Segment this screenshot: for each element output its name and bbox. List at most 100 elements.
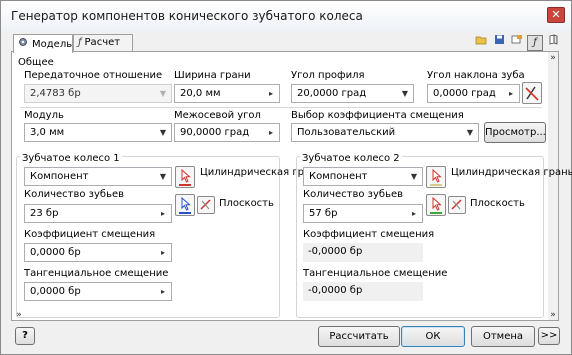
ok-button[interactable]: ОК (401, 326, 465, 347)
face-width-value: 20,0 мм (180, 88, 221, 99)
gear2-cyl-face-label: Цилиндрическая грань (451, 167, 572, 178)
gear2-offset-label: Коэффициент смещения (303, 229, 435, 240)
gear2-type-value: Компонент (309, 171, 368, 182)
pressure-angle-value: 20,0000 град (297, 88, 367, 99)
formula-toggle-icon[interactable]: ƒ (527, 35, 543, 51)
gear2-tangential-label: Тангенциальное смещение (303, 268, 448, 279)
gear-model-icon (18, 37, 29, 50)
gear1-flip-button[interactable] (197, 196, 215, 214)
calculate-button[interactable]: Рассчитать (318, 326, 400, 347)
pressure-angle-select[interactable]: 20,0000 град ▼ (291, 84, 414, 103)
helix-angle-field[interactable]: 0,0000 град ▸ (427, 84, 520, 103)
gear2-cylindrical-face-button[interactable] (426, 166, 446, 188)
module-value: 3,0 мм (30, 127, 65, 138)
gear1-offset-value: 0,0000 бр (30, 247, 81, 258)
tab-model-label: Модель (32, 39, 73, 50)
gear2-title: Зубчатое колесо 2 (300, 153, 402, 164)
window-title: Генератор компонентов конического зубчат… (11, 9, 363, 23)
face-width-arrow-icon[interactable]: ▸ (264, 86, 278, 101)
gear1-cylindrical-face-button[interactable] (175, 166, 195, 188)
helix-direction-icon (525, 86, 539, 101)
module-dropdown-icon[interactable]: ▼ (156, 125, 170, 140)
gear2-offset-value: -0,0000 бр (308, 246, 363, 257)
gear-ratio-field: 2,4783 бр ▼ (24, 84, 172, 103)
gear1-offset-arrow-icon[interactable]: ▸ (156, 245, 170, 260)
gear1-tangential-value: 0,0000 бр (30, 286, 81, 297)
gear1-cyl-pointer-icon (179, 168, 191, 186)
more-button[interactable]: >> (538, 327, 560, 345)
gear-ratio-value: 2,4783 бр (30, 88, 81, 99)
gear-generator-dialog: Генератор компонентов конического зубчат… (0, 0, 572, 355)
settings-icon[interactable] (509, 33, 525, 49)
gear1-plane-pointer-icon (179, 196, 191, 214)
gear2-type-select[interactable]: Компонент ▼ (303, 167, 423, 186)
gear1-plane-label: Плоскость (219, 198, 274, 209)
formula-icon: ƒ (78, 37, 82, 48)
book-icon[interactable] (545, 33, 561, 49)
gear2-type-dropdown-icon[interactable]: ▼ (407, 169, 421, 184)
pressure-angle-label: Угол профиля (291, 70, 365, 81)
shaft-angle-arrow-icon[interactable]: ▸ (264, 125, 278, 140)
close-button[interactable]: ✕ (547, 7, 565, 23)
tab-calculation-label: Расчет (84, 37, 121, 48)
gear-ratio-label: Передаточное отношение (24, 70, 163, 81)
helix-angle-arrow-icon[interactable]: ▸ (504, 86, 518, 101)
shaft-angle-field[interactable]: 90,0000 град ▸ (174, 123, 280, 142)
offset-selection-select[interactable]: Пользовательский ▼ (291, 123, 479, 142)
cancel-button[interactable]: Отмена (471, 326, 535, 347)
gear1-teeth-label: Количество зубьев (24, 189, 125, 200)
gear2-flip-icon (451, 199, 462, 210)
gear1-offset-field[interactable]: 0,0000 бр ▸ (24, 243, 172, 262)
gear-ratio-dropdown-icon: ▼ (159, 89, 167, 98)
offset-selection-value: Пользовательский (297, 127, 396, 138)
general-section-title: Общее (18, 57, 54, 68)
gear2-teeth-value: 57 бр (309, 208, 338, 219)
face-width-field[interactable]: 20,0 мм ▸ (174, 84, 280, 103)
gear2-tangential-field: -0,0000 бр (303, 282, 423, 301)
expand-down-right-icon[interactable]: » (548, 310, 558, 320)
toolbar: ƒ (471, 33, 561, 51)
gear2-flip-button[interactable] (448, 196, 466, 214)
gear2-teeth-arrow-icon[interactable]: ▸ (407, 206, 421, 221)
gear1-tangential-arrow-icon[interactable]: ▸ (156, 284, 170, 299)
gear1-tangential-label: Тангенциальное смещение (24, 268, 169, 279)
helix-angle-value: 0,0000 град (433, 88, 496, 99)
gear2-cyl-pointer-icon (430, 168, 442, 186)
model-panel: » Общее Передаточное отношение 2,4783 бр… (11, 51, 572, 321)
gear2-plane-label: Плоскость (470, 198, 525, 209)
gear1-type-select[interactable]: Компонент ▼ (24, 167, 172, 186)
tab-model[interactable]: Модель (13, 34, 73, 53)
tab-calculation[interactable]: ƒ Расчет (73, 34, 133, 52)
gear1-type-dropdown-icon[interactable]: ▼ (156, 169, 170, 184)
open-folder-icon[interactable] (473, 34, 489, 50)
gear1-teeth-value: 23 бр (30, 208, 59, 219)
gear1-teeth-field[interactable]: 23 бр ▸ (24, 204, 172, 223)
expand-down-left-icon[interactable]: » (14, 310, 24, 320)
face-width-label: Ширина грани (174, 70, 251, 81)
gear2-plane-pointer-icon (430, 196, 442, 214)
gear1-teeth-arrow-icon[interactable]: ▸ (156, 206, 170, 221)
gear2-tangential-value: -0,0000 бр (308, 285, 363, 296)
shaft-angle-value: 90,0000 град (180, 127, 250, 138)
gear1-plane-button[interactable] (175, 194, 195, 216)
offset-selection-dropdown-icon[interactable]: ▼ (463, 125, 477, 140)
gear2-offset-field: -0,0000 бр (303, 243, 423, 262)
title-bar[interactable]: Генератор компонентов конического зубчат… (1, 1, 571, 31)
collapse-up-icon[interactable]: » (548, 53, 558, 63)
gear1-flip-icon (200, 199, 211, 210)
shaft-angle-label: Межосевой угол (174, 110, 261, 121)
gear2-teeth-label: Количество зубьев (303, 189, 404, 200)
general-divider (20, 107, 542, 108)
help-button[interactable]: ? (15, 327, 35, 345)
gear2-plane-button[interactable] (426, 194, 446, 216)
module-select[interactable]: 3,0 мм ▼ (24, 123, 172, 142)
gear2-teeth-field[interactable]: 57 бр ▸ (303, 204, 423, 223)
module-label: Модуль (24, 110, 64, 121)
pressure-angle-dropdown-icon[interactable]: ▼ (398, 86, 412, 101)
gear1-tangential-field[interactable]: 0,0000 бр ▸ (24, 282, 172, 301)
helix-direction-button[interactable] (522, 82, 542, 104)
helix-angle-label: Угол наклона зуба (427, 70, 525, 81)
preview-button[interactable]: Просмотр... (484, 122, 546, 143)
save-icon[interactable] (491, 33, 507, 49)
gear1-offset-label: Коэффициент смещения (24, 229, 156, 240)
